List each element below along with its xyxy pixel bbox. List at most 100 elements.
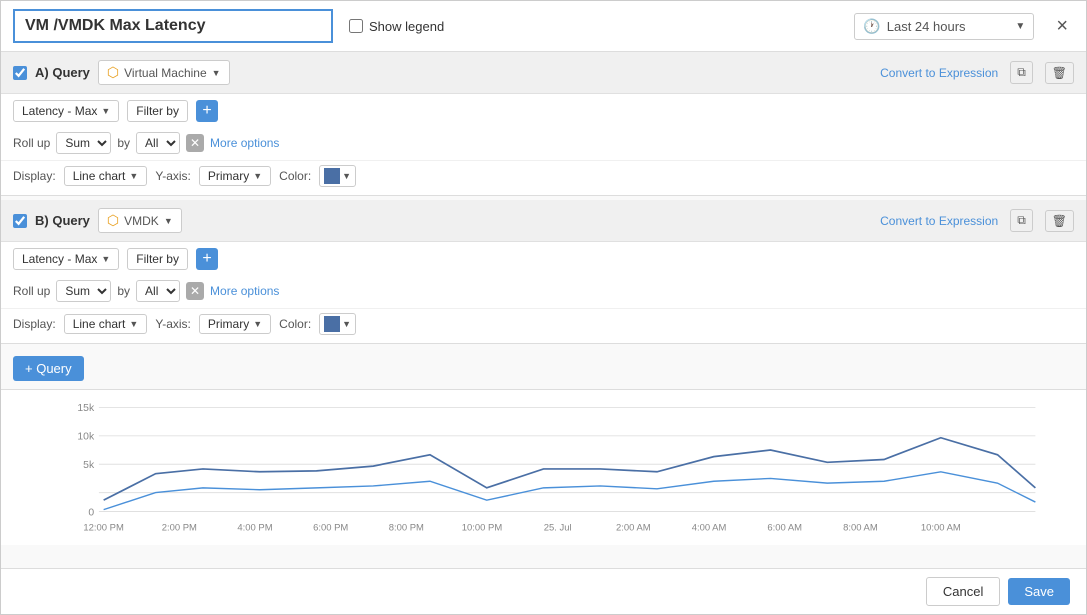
query-a-label: A) Query [35, 65, 90, 80]
header-row: Show legend 🕐 Last 24 hours ▼ × [1, 1, 1086, 52]
time-picker[interactable]: 🕐 Last 24 hours ▼ [854, 13, 1034, 40]
query-b-display-label: Display: [13, 317, 56, 331]
query-a-rollup-row: Roll up SumAvgMaxMin by All ✕ More optio… [1, 128, 1086, 160]
svg-text:12:00 PM: 12:00 PM [83, 522, 124, 533]
close-button[interactable]: × [1050, 13, 1074, 40]
chevron-down-icon: ▼ [342, 319, 351, 329]
svg-text:4:00 PM: 4:00 PM [237, 522, 272, 533]
show-legend-wrapper: Show legend [349, 19, 444, 34]
query-b-label: B) Query [35, 213, 90, 228]
chevron-down-icon: ▼ [101, 106, 110, 116]
query-a-display-label: Display: [13, 169, 56, 183]
query-a-yaxis-btn[interactable]: Primary ▼ [199, 166, 271, 186]
query-b-yaxis-val: Primary [208, 317, 249, 331]
chevron-down-icon: ▼ [1015, 21, 1025, 32]
query-b-header: B) Query ⬡ VMDK ▼ Convert to Expression … [1, 200, 1086, 242]
query-a-checkbox[interactable] [13, 66, 27, 80]
save-button[interactable]: Save [1008, 578, 1070, 605]
query-b-more-options-link[interactable]: More options [210, 284, 279, 298]
query-b-rollup-label: Roll up [13, 284, 50, 298]
clock-icon: 🕐 [863, 18, 880, 35]
chevron-down-icon: ▼ [253, 171, 262, 181]
query-a-metric-label: Latency - Max [22, 104, 97, 118]
query-b-delete-btn[interactable]: 🗑 [1045, 210, 1074, 232]
vm-icon: ⬡ [107, 64, 119, 81]
main-container: Show legend 🕐 Last 24 hours ▼ × A) Query… [0, 0, 1087, 615]
query-a-color-picker[interactable]: ▼ [319, 165, 356, 187]
query-b-filter-btn[interactable]: Filter by [127, 248, 188, 270]
query-a-metric-row: Latency - Max ▼ Filter by + [1, 94, 1086, 128]
chevron-down-icon: ▼ [129, 171, 138, 181]
show-legend-label: Show legend [369, 19, 444, 34]
query-b-yaxis-label: Y-axis: [155, 317, 191, 331]
svg-text:4:00 AM: 4:00 AM [692, 522, 727, 533]
query-b-chart-type-btn[interactable]: Line chart ▼ [64, 314, 148, 334]
add-query-button[interactable]: + Query [13, 356, 84, 381]
query-a-add-filter-btn[interactable]: + [196, 100, 218, 122]
query-a-convert-link[interactable]: Convert to Expression [880, 66, 998, 80]
query-b-add-filter-btn[interactable]: + [196, 248, 218, 270]
query-a-yaxis-label: Y-axis: [155, 169, 191, 183]
query-a-yaxis-val: Primary [208, 169, 249, 183]
cancel-button[interactable]: Cancel [926, 577, 1000, 606]
title-input[interactable] [13, 9, 333, 43]
query-b-clear-btn[interactable]: ✕ [186, 282, 204, 300]
chevron-down-icon: ▼ [101, 254, 110, 264]
show-legend-checkbox[interactable] [349, 19, 363, 33]
query-b-copy-btn[interactable]: ⧉ [1010, 209, 1033, 232]
query-b-block: B) Query ⬡ VMDK ▼ Convert to Expression … [1, 200, 1086, 344]
query-b-color-label: Color: [279, 317, 311, 331]
query-a-color-swatch [324, 168, 340, 184]
query-b-metric-row: Latency - Max ▼ Filter by + [1, 242, 1086, 276]
chart-area: 15k 10k 5k 0 12:00 PM 2:00 PM 4:00 PM 6:… [1, 389, 1086, 545]
query-b-entity-btn[interactable]: ⬡ VMDK ▼ [98, 208, 182, 233]
query-a-more-options-link[interactable]: More options [210, 136, 279, 150]
chevron-down-icon: ▼ [253, 319, 262, 329]
query-b-rollup-by-select[interactable]: All [136, 280, 180, 302]
chart-svg: 15k 10k 5k 0 12:00 PM 2:00 PM 4:00 PM 6:… [13, 398, 1074, 538]
svg-text:2:00 AM: 2:00 AM [616, 522, 651, 533]
query-a-chart-type-label: Line chart [73, 169, 126, 183]
footer: Cancel Save [1, 568, 1086, 614]
time-range-label: Last 24 hours [887, 19, 966, 34]
chevron-down-icon: ▼ [212, 68, 221, 78]
query-b-by-label: by [117, 284, 130, 298]
query-b-color-swatch [324, 316, 340, 332]
svg-text:10k: 10k [77, 432, 95, 443]
query-b-checkbox[interactable] [13, 214, 27, 228]
svg-text:25. Jul: 25. Jul [544, 522, 572, 533]
svg-text:6:00 PM: 6:00 PM [313, 522, 348, 533]
vmdk-icon: ⬡ [107, 212, 119, 229]
svg-text:0: 0 [88, 507, 94, 518]
query-b-entity-name: VMDK [124, 214, 159, 228]
svg-text:2:00 PM: 2:00 PM [162, 522, 197, 533]
query-a-delete-btn[interactable]: 🗑 [1045, 62, 1074, 84]
query-b-convert-link[interactable]: Convert to Expression [880, 214, 998, 228]
query-a-filter-label: Filter by [136, 104, 179, 118]
query-a-entity-btn[interactable]: ⬡ Virtual Machine ▼ [98, 60, 230, 85]
query-b-filter-label: Filter by [136, 252, 179, 266]
svg-text:6:00 AM: 6:00 AM [767, 522, 802, 533]
query-a-rollup-label: Roll up [13, 136, 50, 150]
query-a-copy-btn[interactable]: ⧉ [1010, 61, 1033, 84]
query-b-color-picker[interactable]: ▼ [319, 313, 356, 335]
query-a-header: A) Query ⬡ Virtual Machine ▼ Convert to … [1, 52, 1086, 94]
query-b-rollup-func-select[interactable]: SumAvgMaxMin [56, 280, 111, 302]
chevron-down-icon: ▼ [342, 171, 351, 181]
query-b-yaxis-btn[interactable]: Primary ▼ [199, 314, 271, 334]
svg-text:15k: 15k [77, 403, 95, 414]
chevron-down-icon: ▼ [129, 319, 138, 329]
query-b-chart-type-label: Line chart [73, 317, 126, 331]
query-a-entity-name: Virtual Machine [124, 66, 207, 80]
query-a-rollup-by-select[interactable]: All [136, 132, 180, 154]
query-a-rollup-func-select[interactable]: SumAvgMaxMin [56, 132, 111, 154]
add-query-bar: + Query [1, 348, 1086, 389]
query-b-metric-btn[interactable]: Latency - Max ▼ [13, 248, 119, 270]
query-a-chart-type-btn[interactable]: Line chart ▼ [64, 166, 148, 186]
query-a-clear-btn[interactable]: ✕ [186, 134, 204, 152]
query-a-metric-btn[interactable]: Latency - Max ▼ [13, 100, 119, 122]
query-b-rollup-row: Roll up SumAvgMaxMin by All ✕ More optio… [1, 276, 1086, 308]
query-a-filter-btn[interactable]: Filter by [127, 100, 188, 122]
svg-text:10:00 AM: 10:00 AM [921, 522, 961, 533]
svg-text:8:00 AM: 8:00 AM [843, 522, 878, 533]
